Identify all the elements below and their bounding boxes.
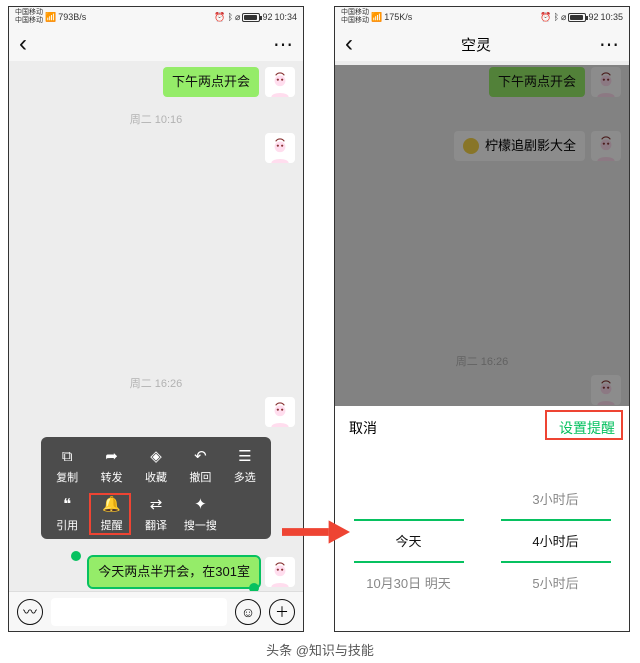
text-input[interactable] [51, 598, 227, 626]
net-speed: 793B/s [58, 12, 86, 22]
highlight-remind [89, 493, 131, 535]
battery-pct: 92 [262, 12, 272, 22]
nav-title: 空灵 [461, 34, 491, 55]
net-speed: 175K/s [384, 12, 412, 22]
sheet-cancel[interactable]: 取消 [349, 418, 377, 438]
dnd-icon: ⌀ [561, 12, 566, 23]
ctx-copy[interactable]: ⧉复制 [45, 447, 89, 485]
picker-option[interactable]: 3小时后 [532, 479, 578, 519]
plus-button[interactable]: ＋ [269, 599, 295, 625]
battery-pct: 92 [588, 12, 598, 22]
bluetooth-icon: ᛒ [228, 12, 233, 22]
clock: 10:35 [600, 12, 623, 22]
picker-option-selected[interactable]: 今天 [395, 521, 421, 561]
picker[interactable]: 今天 10月30日 明天 3小时后 4小时后 5小时后 [335, 450, 629, 631]
dnd-icon: ⌀ [235, 12, 240, 23]
voice-button[interactable]: 〰 [17, 599, 43, 625]
spark-icon: ✦ [190, 495, 210, 513]
more-button[interactable] [599, 32, 619, 57]
picker-option[interactable]: 5小时后 [532, 563, 578, 603]
chat-area: 下午两点开会 周二 10:16 周二 16:26 ⧉复制 ➦转发 ◈收藏 ↶撤回… [9, 65, 303, 595]
battery-icon [242, 13, 260, 22]
input-bar: 〰 ☺ ＋ [9, 591, 303, 631]
ctx-translate[interactable]: ⇄翻译 [134, 495, 178, 533]
ctx-recall[interactable]: ↶撤回 [178, 447, 222, 485]
nav-bar: 空灵 [335, 27, 629, 61]
avatar[interactable] [265, 133, 295, 163]
battery-icon [568, 13, 586, 22]
signal-icon [45, 12, 56, 23]
ctx-forward[interactable]: ➦转发 [89, 447, 133, 485]
clock: 10:34 [274, 12, 297, 22]
timestamp: 周二 10:16 [9, 111, 303, 127]
back-button[interactable] [345, 34, 353, 55]
alarm-icon: ⏰ [214, 12, 225, 23]
reminder-sheet: 取消 设置提醒 今天 10月30日 明天 3小时后 4小时后 5小时后 [335, 406, 629, 631]
carrier-1: 中国移动 [15, 9, 43, 17]
bluetooth-icon: ᛒ [554, 12, 559, 22]
status-bar: 中国移动 中国移动 793B/s ⏰ ᛒ ⌀ 92 10:34 [9, 7, 303, 27]
flow-arrow-icon [282, 520, 350, 544]
picker-option-selected[interactable]: 4小时后 [532, 521, 578, 561]
fav-icon: ◈ [146, 447, 166, 465]
right-phone: 中国移动 中国移动 175K/s ⏰ ᛒ ⌀ 92 10:35 空灵 下午两点开… [334, 6, 630, 632]
multi-icon: ☰ [235, 447, 255, 465]
avatar[interactable] [265, 557, 295, 587]
copy-icon: ⧉ [57, 447, 77, 465]
status-bar: 中国移动 中国移动 175K/s ⏰ ᛒ ⌀ 92 10:35 [335, 7, 629, 27]
more-button[interactable] [273, 32, 293, 57]
ctx-fav[interactable]: ◈收藏 [134, 447, 178, 485]
carrier-1: 中国移动 [341, 9, 369, 17]
selection-handle[interactable] [71, 551, 81, 561]
translate-icon: ⇄ [146, 495, 166, 513]
timestamp: 周二 16:26 [9, 375, 303, 391]
ctx-multi[interactable]: ☰多选 [223, 447, 267, 485]
credit: 头条 @知识与技能 [0, 640, 640, 659]
context-menu: ⧉复制 ➦转发 ◈收藏 ↶撤回 ☰多选 ❝引用 🔔提醒 ⇄翻译 ✦搜一搜 [41, 437, 271, 539]
picker-option[interactable]: 10月30日 明天 [366, 563, 451, 603]
forward-icon: ➦ [102, 447, 122, 465]
carrier-2: 中国移动 [15, 17, 43, 25]
nav-bar [9, 27, 303, 61]
recall-icon: ↶ [190, 447, 210, 465]
ctx-search[interactable]: ✦搜一搜 [178, 495, 222, 533]
quote-icon: ❝ [57, 495, 77, 513]
alarm-icon: ⏰ [540, 12, 551, 23]
emoji-button[interactable]: ☺ [235, 599, 261, 625]
back-button[interactable] [19, 34, 27, 55]
avatar[interactable] [265, 67, 295, 97]
message-bubble-selected[interactable]: 今天两点半开会，在301室 [89, 557, 259, 587]
message-bubble[interactable]: 下午两点开会 [163, 67, 259, 97]
picker-col-date[interactable]: 今天 10月30日 明天 [335, 450, 482, 631]
ctx-quote[interactable]: ❝引用 [45, 495, 89, 533]
highlight-confirm [545, 410, 623, 440]
left-phone: 中国移动 中国移动 793B/s ⏰ ᛒ ⌀ 92 10:34 下午两点开会 周… [8, 6, 304, 632]
avatar[interactable] [265, 397, 295, 427]
signal-icon [371, 12, 382, 23]
picker-col-time[interactable]: 3小时后 4小时后 5小时后 [482, 450, 629, 631]
carrier-2: 中国移动 [341, 17, 369, 25]
